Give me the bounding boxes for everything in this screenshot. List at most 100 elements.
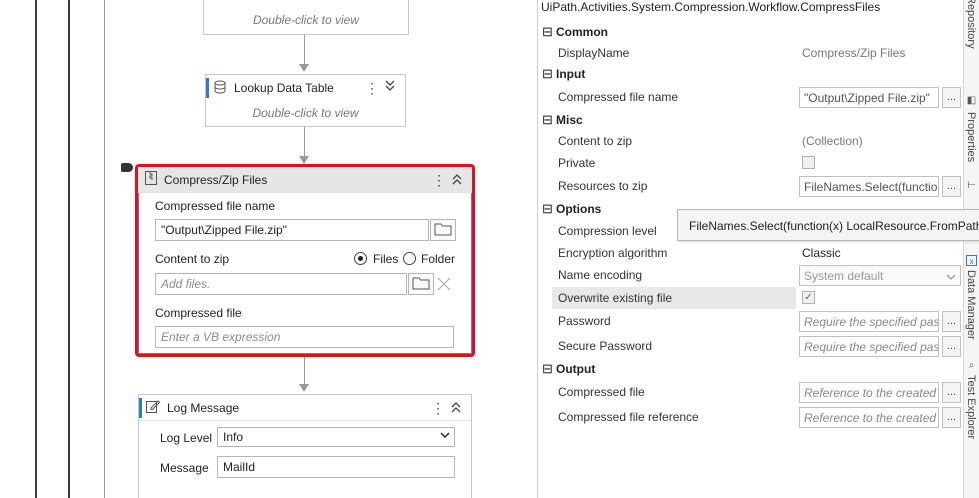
log-pencil-icon (145, 398, 161, 417)
tab-repository[interactable]: Repository (965, 0, 977, 49)
data-manager-icon: x (966, 255, 977, 266)
collapse-category-icon[interactable]: ⊟ (542, 201, 556, 217)
category-label: Input (556, 67, 586, 81)
files-radio[interactable] (354, 252, 367, 265)
property-row-compressed-file-name[interactable]: Compressed file name "Output\Zipped File… (552, 86, 963, 109)
collapse-category-icon[interactable]: ⊟ (542, 112, 556, 128)
property-row-content-to-zip[interactable]: Content to zip (Collection) (552, 130, 963, 153)
property-name: Name encoding (558, 268, 643, 282)
property-row-password[interactable]: Password Require the specified password … (552, 310, 963, 333)
property-row-compressed-file[interactable]: Compressed file Reference to the created… (552, 381, 963, 404)
property-name: DisplayName (558, 46, 630, 60)
property-value: System default (804, 269, 884, 283)
previous-activity[interactable]: Double-click to view (203, 0, 409, 35)
kebab-menu-icon[interactable]: ⋮ (429, 401, 447, 415)
property-value[interactable]: Classic (802, 246, 841, 260)
property-row-encryption-algorithm[interactable]: Encryption algorithm Classic (552, 242, 963, 265)
property-row-name-encoding[interactable]: Name encoding System default (552, 264, 963, 287)
collapse-category-icon[interactable]: ⊟ (542, 66, 556, 82)
compressed-file-input[interactable]: Enter a VB expression (155, 326, 454, 348)
browse-folder-button[interactable] (430, 219, 456, 241)
workflow-designer: Double-click to view Lookup Data Table ⋮… (0, 0, 537, 498)
log-level-select[interactable]: Info (217, 427, 455, 447)
category-label: Common (556, 25, 608, 39)
browse-files-button[interactable] (408, 273, 434, 295)
connector-line (304, 127, 305, 157)
property-row-overwrite-existing-file[interactable]: Overwrite existing file (552, 287, 796, 310)
expand-icon[interactable] (381, 80, 399, 96)
add-files-input[interactable]: Add files. (155, 273, 407, 295)
double-click-hint: Double-click to view (252, 106, 359, 120)
connector-line (304, 357, 305, 385)
property-input[interactable]: "Output\Zipped File.zip" (799, 87, 939, 108)
activity-accent-bar (206, 78, 209, 98)
ellipsis-button[interactable]: ... (942, 87, 961, 108)
category-input[interactable]: ⊟ Input (538, 64, 963, 84)
category-misc[interactable]: ⊟ Misc (538, 110, 963, 130)
ellipsis-button[interactable]: ... (942, 382, 961, 403)
property-input[interactable]: Reference to the created file (799, 407, 939, 428)
double-click-hint: Double-click to view (252, 13, 360, 27)
log-level-value: Info (223, 430, 244, 444)
lookup-data-table-activity[interactable]: Lookup Data Table ⋮ Double-click to view (205, 74, 406, 127)
collapse-icon[interactable] (447, 401, 465, 415)
container-border-left (35, 0, 37, 498)
kebab-menu-icon[interactable]: ⋮ (363, 81, 381, 95)
property-name: Resources to zip (558, 179, 648, 193)
property-name: Compressed file reference (558, 410, 699, 424)
category-label: Options (556, 202, 602, 216)
container-border-inner (68, 0, 70, 498)
property-input[interactable]: Reference to the created file (799, 382, 939, 403)
ellipsis-button[interactable]: ... (942, 336, 961, 357)
side-panel-tabs: Repository ◧ Properties ⊢ x Data Manager… (963, 0, 979, 498)
collapse-icon[interactable] (448, 173, 466, 187)
activity-accent-bar (139, 397, 142, 418)
activity-header: Lookup Data Table ⋮ (206, 75, 405, 101)
property-input[interactable]: Require the specified password (799, 336, 939, 357)
activity-header: Compress/Zip Files ⋮ (138, 167, 472, 193)
folder-radio[interactable] (403, 252, 416, 265)
property-value[interactable]: (Collection) (802, 134, 863, 148)
database-icon (212, 79, 228, 98)
chevron-down-icon (946, 270, 956, 284)
tab-properties[interactable]: Properties (965, 112, 977, 162)
collapse-category-icon[interactable]: ⊟ (542, 24, 556, 40)
category-common[interactable]: ⊟ Common (538, 22, 963, 42)
kebab-menu-icon[interactable]: ⋮ (430, 173, 448, 187)
collapse-category-icon[interactable]: ⊟ (542, 361, 556, 377)
connector-arrow (299, 384, 309, 392)
properties-icon: ◧ (966, 95, 977, 106)
property-input[interactable]: Require the specified password (799, 311, 939, 332)
activity-title: Log Message (167, 400, 240, 415)
property-row-compressed-file-reference[interactable]: Compressed file reference Reference to t… (552, 406, 963, 429)
compressed-file-label: Compressed file (155, 306, 242, 320)
connector-arrow (299, 156, 309, 164)
overwrite-existing-file-checkbox[interactable]: ✓ (802, 291, 815, 304)
content-to-zip-label: Content to zip (155, 252, 230, 266)
compressed-file-name-input[interactable]: "Output\Zipped File.zip" (155, 219, 429, 241)
property-name: Private (558, 156, 596, 170)
chevron-down-icon (440, 430, 450, 442)
message-input[interactable]: MailId (217, 456, 455, 478)
tab-data-manager[interactable]: Data Manager (965, 270, 977, 340)
ellipsis-button[interactable]: ... (942, 407, 961, 428)
ellipsis-button[interactable]: ... (942, 176, 961, 197)
property-row-private[interactable]: Private (552, 152, 963, 175)
breakpoint-marker-icon[interactable] (121, 163, 133, 172)
category-output[interactable]: ⊟ Output (538, 359, 963, 379)
property-row-displayname[interactable]: DisplayName Compress/Zip Files (552, 42, 963, 65)
clear-files-icon[interactable] (436, 276, 452, 292)
property-name: Compressed file (558, 385, 645, 399)
property-row-secure-password[interactable]: Secure Password Require the specified pa… (552, 335, 963, 358)
private-checkbox[interactable] (802, 156, 815, 169)
activity-title: Compress/Zip Files (164, 172, 268, 187)
category-label: Output (556, 362, 596, 376)
property-row-resources-to-zip[interactable]: Resources to zip FileNames.Select(functi… (552, 175, 963, 198)
property-value[interactable]: Compress/Zip Files (802, 46, 905, 60)
ellipsis-button[interactable]: ... (942, 311, 961, 332)
property-name: Compressed file name (558, 90, 679, 104)
tab-test-explorer[interactable]: Test Explorer (965, 375, 977, 439)
connector-line (304, 35, 305, 65)
name-encoding-select[interactable]: System default (799, 265, 961, 286)
property-input[interactable]: FileNames.Select(function(x) LocalResour… (799, 176, 939, 197)
